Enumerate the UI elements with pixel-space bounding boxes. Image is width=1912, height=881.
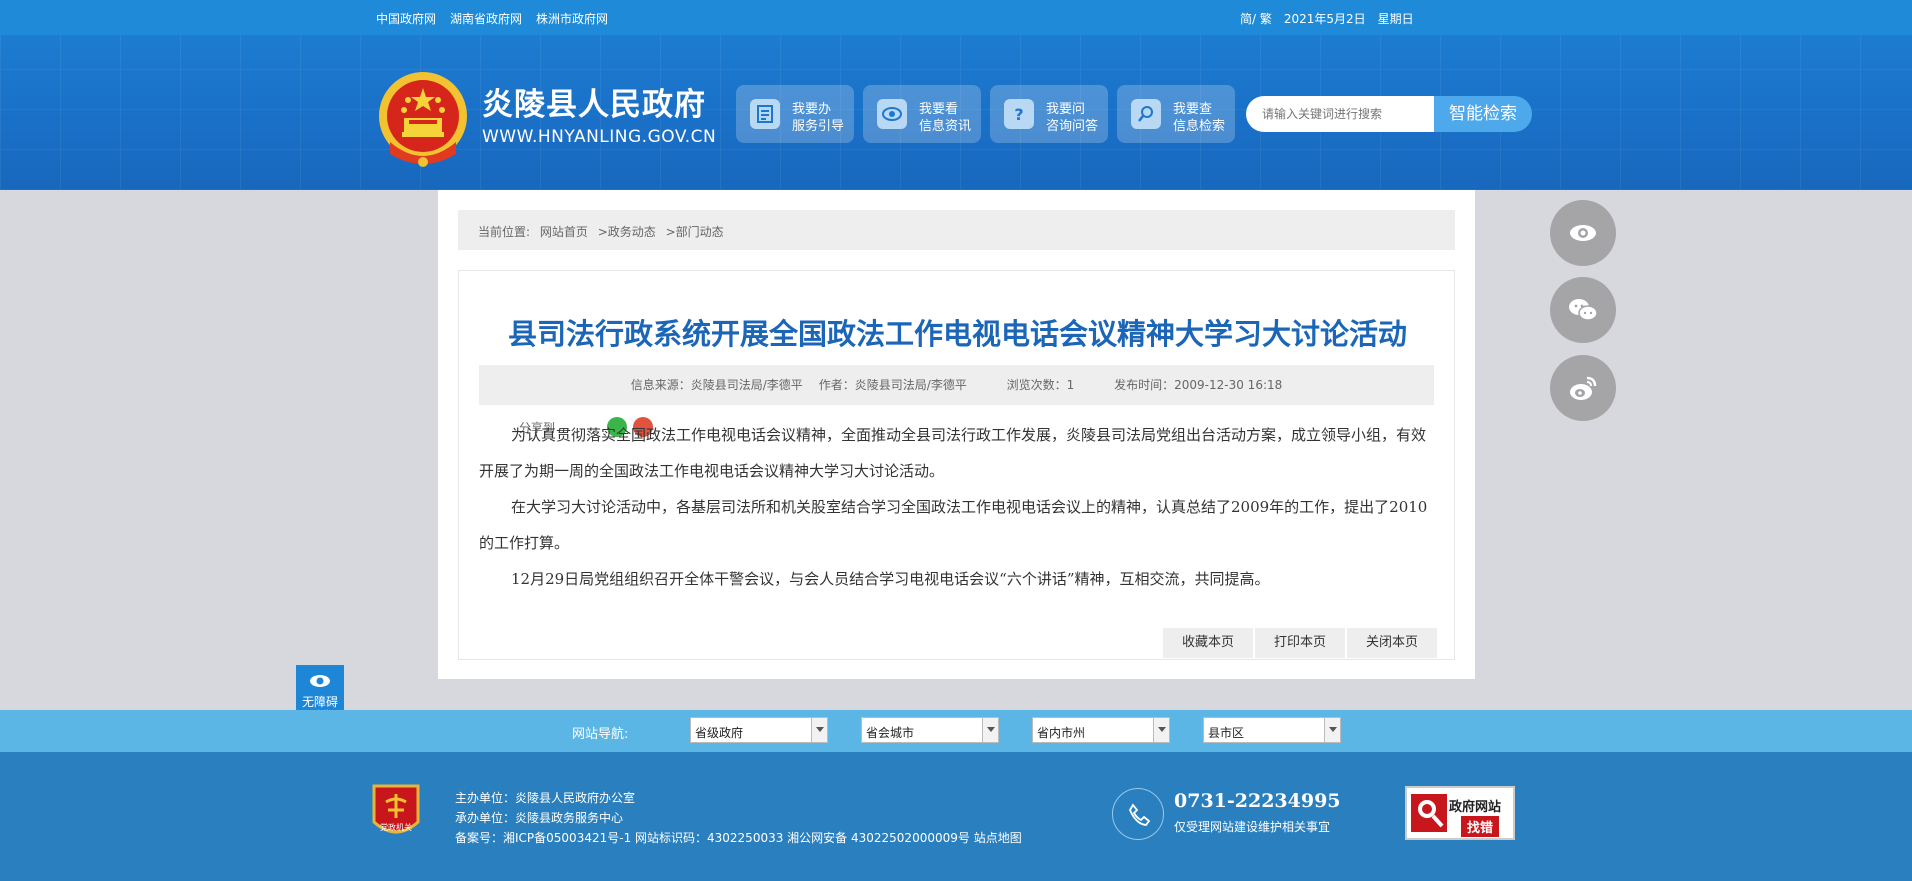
svg-text:党政机关: 党政机关 <box>380 822 412 832</box>
service-search-button[interactable]: 我要查 信息检索 <box>1117 85 1235 143</box>
breadcrumb-label: 当前位置: <box>478 225 531 239</box>
site-nav-bar: 网站导航: 省级政府 省会城市 省内市州 县市区 <box>0 710 1912 752</box>
search-input[interactable] <box>1246 96 1436 132</box>
service-view-button[interactable]: 我要看 信息资讯 <box>863 85 981 143</box>
service-ask-button[interactable]: ? 我要问 咨询问答 <box>990 85 1108 143</box>
search-button[interactable]: 智能检索 <box>1434 96 1532 132</box>
national-emblem-icon <box>379 72 467 167</box>
article-views: 浏览次数：1 <box>1006 378 1075 392</box>
breadcrumb-home[interactable]: 网站首页 <box>540 225 588 239</box>
select-value: 县市区 <box>1208 726 1245 740</box>
current-weekday: 星期日 <box>1377 12 1414 26</box>
select-value: 省级政府 <box>695 726 744 740</box>
article-paragraph: 为认真贯彻落实全国政法工作电视电话会议精神，全面推动全县司法行政工作发展，炎陵县… <box>479 426 1427 480</box>
gov-site-error-report-button[interactable]: 政府网站 找错 <box>1405 786 1515 840</box>
article-title: 县司法行政系统开展全国政法工作电视电话会议精神大学习大讨论活动 <box>507 317 1407 351</box>
chevron-down-icon <box>982 718 998 742</box>
svg-text:?: ? <box>1014 105 1023 124</box>
article: 县司法行政系统开展全国政法工作电视电话会议精神大学习大讨论活动 信息来源：炎陵县… <box>458 270 1455 660</box>
float-wechat-button[interactable] <box>1550 277 1616 343</box>
chevron-down-icon <box>1324 718 1340 742</box>
eye-icon <box>1570 225 1596 241</box>
link-china-gov[interactable]: 中国政府网 <box>376 10 436 27</box>
select-capital-cities[interactable]: 省会城市 <box>861 717 999 743</box>
search-icon <box>1131 99 1161 129</box>
site-url: WWW.HNYANLING.GOV.CN <box>482 127 717 147</box>
footer-record[interactable]: 备案号：湘ICP备05003421号-1 网站标识码：4302250033 湘公… <box>455 828 1022 848</box>
service-sublabel: 信息资讯 <box>919 119 972 134</box>
article-meta: 信息来源：炎陵县司法局/李德平 作者：炎陵县司法局/李德平 浏览次数：1 发布时间… <box>479 365 1434 405</box>
link-zhuzhou-gov[interactable]: 株洲市政府网 <box>536 10 608 27</box>
article-paragraph: 12月29日局党组组织召开全体干警会议，与会人员结合学习电视电话会议“六个讲话”… <box>511 570 1270 588</box>
bookmark-page-button[interactable]: 收藏本页 <box>1163 628 1253 658</box>
site-header: 炎陵县人民政府 WWW.HNYANLING.GOV.CN 我要办 服务引导 我要… <box>0 35 1912 190</box>
service-sublabel: 信息检索 <box>1173 119 1226 134</box>
float-weibo-button[interactable] <box>1550 355 1616 421</box>
eye-icon <box>310 675 330 687</box>
article-published: 发布时间：2009-12-30 16:18 <box>1114 378 1283 392</box>
article-actions: 收藏本页 打印本页 关闭本页 <box>1163 628 1437 658</box>
document-icon <box>750 99 780 129</box>
service-sublabel: 咨询问答 <box>1046 119 1099 134</box>
top-links: 中国政府网 湖南省政府网 株洲市政府网 <box>376 10 608 27</box>
article-body: 为认真贯彻落实全国政法工作电视电话会议精神，全面推动全县司法行政工作发展，炎陵县… <box>479 417 1434 597</box>
current-date: 2021年5月2日 <box>1283 12 1366 26</box>
select-value: 省会城市 <box>866 726 915 740</box>
search-box: 智能检索 <box>1246 96 1532 132</box>
error-report-label: 政府网站 <box>1449 800 1502 815</box>
eye-icon <box>877 99 907 129</box>
breadcrumb-dept-news[interactable]: >部门动态 <box>666 225 724 239</box>
magnifier-icon <box>1411 794 1447 832</box>
content-panel: 当前位置: 网站首页 >政务动态 >部门动态 县司法行政系统开展全国政法工作电视… <box>438 190 1475 679</box>
chevron-down-icon <box>811 718 827 742</box>
float-view-button[interactable] <box>1550 200 1616 266</box>
chevron-down-icon <box>1153 718 1169 742</box>
footer-host: 主办单位：炎陵县人民政府办公室 <box>455 791 636 805</box>
footer-organizer: 承办单位：炎陵县政务服务中心 <box>455 811 624 825</box>
error-report-sublabel: 找错 <box>1461 816 1500 837</box>
article-author: 作者：炎陵县司法局/李德平 <box>818 378 967 392</box>
top-bar: 中国政府网 湖南省政府网 株洲市政府网 简/ 繁 2021年5月2日 星期日 <box>0 0 1912 35</box>
contact-phone-note: 仅受理网站建设维护相关事宜 <box>1174 820 1331 834</box>
lang-switch[interactable]: 简/ 繁 <box>1240 10 1272 27</box>
print-page-button[interactable]: 打印本页 <box>1255 628 1345 658</box>
close-page-button[interactable]: 关闭本页 <box>1347 628 1437 658</box>
wechat-icon <box>1569 299 1598 321</box>
select-provincial-gov[interactable]: 省级政府 <box>690 717 828 743</box>
party-gov-badge-icon[interactable]: 党政机关 <box>370 782 422 842</box>
weibo-icon <box>1570 376 1597 400</box>
service-sublabel: 服务引导 <box>792 119 845 134</box>
select-counties[interactable]: 县市区 <box>1203 717 1341 743</box>
site-title: 炎陵县人民政府 <box>482 87 706 123</box>
select-province-cities[interactable]: 省内市州 <box>1032 717 1170 743</box>
service-handle-button[interactable]: 我要办 服务引导 <box>736 85 854 143</box>
footer-info: 主办单位：炎陵县人民政府办公室 承办单位：炎陵县政务服务中心 备案号：湘ICP备… <box>455 788 1022 848</box>
phone-icon <box>1112 788 1164 840</box>
article-source: 信息来源：炎陵县司法局/李德平 <box>630 378 803 392</box>
site-footer: 党政机关 主办单位：炎陵县人民政府办公室 承办单位：炎陵县政务服务中心 备案号：… <box>0 752 1912 881</box>
link-hunan-gov[interactable]: 湖南省政府网 <box>450 10 522 27</box>
site-nav-label: 网站导航: <box>572 727 629 742</box>
breadcrumb: 当前位置: 网站首页 >政务动态 >部门动态 <box>458 210 1455 250</box>
question-icon: ? <box>1004 99 1034 129</box>
breadcrumb-gov-news[interactable]: >政务动态 <box>598 225 656 239</box>
article-paragraph: 在大学习大讨论活动中，各基层司法所和机关股室结合学习全国政法工作电视电话会议上的… <box>479 498 1428 552</box>
contact-phone: 0731-22234995 <box>1174 790 1341 812</box>
top-right: 简/ 繁 2021年5月2日 星期日 <box>1240 10 1414 27</box>
select-value: 省内市州 <box>1037 726 1086 740</box>
